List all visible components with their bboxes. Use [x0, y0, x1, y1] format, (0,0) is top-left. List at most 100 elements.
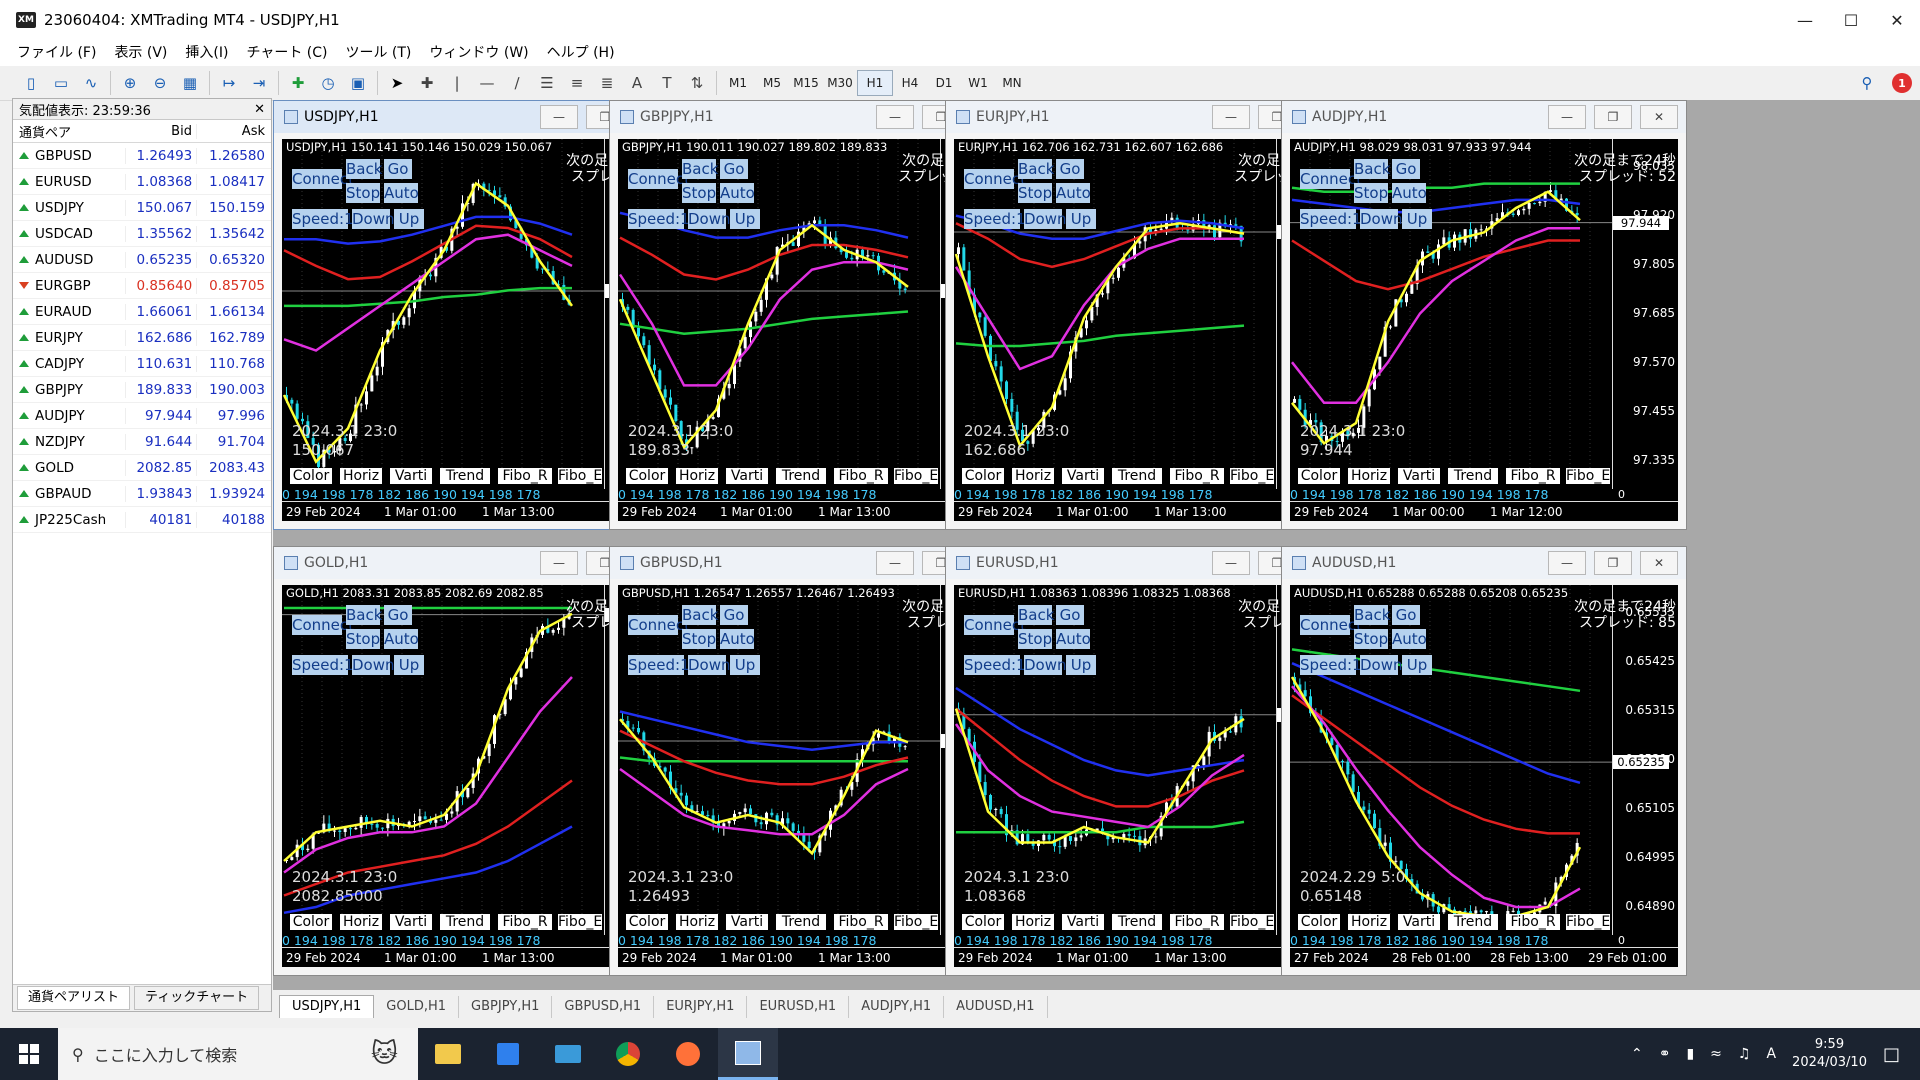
- timeframe-m15[interactable]: M15: [789, 71, 823, 95]
- up-button[interactable]: Up: [394, 209, 424, 229]
- market-watch-row[interactable]: JP225Cash 40181 40188: [13, 507, 271, 533]
- autoscroll-icon[interactable]: ⇥: [244, 70, 274, 96]
- equidistant-channel-icon[interactable]: ☰: [532, 70, 562, 96]
- speed-button[interactable]: Speed:1: [964, 655, 1026, 675]
- speed-button[interactable]: Speed:1: [628, 655, 690, 675]
- fibo-e-button[interactable]: Fibo_E: [558, 914, 602, 930]
- fibo-r-button[interactable]: Fibo_R: [1170, 914, 1224, 930]
- stop-button[interactable]: Stop: [346, 183, 380, 203]
- trend-button[interactable]: Trend: [776, 914, 826, 930]
- stop-button[interactable]: Stop: [1354, 183, 1388, 203]
- varti-button[interactable]: Varti: [1062, 468, 1104, 484]
- notifications-icon[interactable]: □: [1883, 1044, 1900, 1065]
- trend-button[interactable]: Trend: [440, 914, 490, 930]
- minimize-icon[interactable]: —: [876, 105, 914, 129]
- chart-tab[interactable]: AUDUSD,H1: [944, 996, 1048, 1018]
- timeframe-h4[interactable]: H4: [893, 71, 927, 95]
- up-button[interactable]: Up: [1402, 209, 1432, 229]
- notification-badge[interactable]: 1: [1892, 73, 1912, 93]
- file-explorer-icon[interactable]: [418, 1028, 478, 1080]
- firefox-icon[interactable]: [658, 1028, 718, 1080]
- down-button[interactable]: Down: [1024, 209, 1067, 229]
- color-button[interactable]: Color: [962, 914, 1004, 930]
- up-button[interactable]: Up: [1402, 655, 1432, 675]
- color-button[interactable]: Color: [1298, 468, 1340, 484]
- maximize-button[interactable]: ☐: [1828, 0, 1874, 40]
- zoom-out-icon[interactable]: ⊖: [145, 70, 175, 96]
- taskbar-search-box[interactable]: ⚲ ここに入力して検索 🐱: [58, 1028, 418, 1080]
- up-button[interactable]: Up: [394, 655, 424, 675]
- chart-window-titlebar[interactable]: AUDUSD,H1 — ❐ ✕: [1282, 547, 1686, 579]
- varti-button[interactable]: Varti: [726, 914, 768, 930]
- menu-window[interactable]: ウィンドウ (W): [420, 40, 537, 66]
- mt4-taskbar-icon[interactable]: [718, 1028, 778, 1080]
- tile-windows-icon[interactable]: ▦: [175, 70, 205, 96]
- fibo-e-button[interactable]: Fibo_E: [1230, 914, 1274, 930]
- timeframe-m5[interactable]: M5: [755, 71, 789, 95]
- tab-symbols[interactable]: 通貨ペアリスト: [17, 986, 131, 1010]
- market-watch-row[interactable]: CADJPY 110.631 110.768: [13, 351, 271, 377]
- text-icon[interactable]: A: [622, 70, 652, 96]
- horiz-button[interactable]: Horiz: [340, 468, 382, 484]
- auto-button[interactable]: Auto: [720, 629, 755, 649]
- speed-button[interactable]: Speed:1: [1300, 209, 1362, 229]
- down-button[interactable]: Down: [688, 209, 731, 229]
- timeframe-w1[interactable]: W1: [961, 71, 995, 95]
- arrows-icon[interactable]: ⇅: [682, 70, 712, 96]
- chart-tab[interactable]: GOLD,H1: [374, 996, 460, 1018]
- varti-button[interactable]: Varti: [1062, 914, 1104, 930]
- trend-button[interactable]: Trend: [776, 468, 826, 484]
- minimize-icon[interactable]: —: [1212, 551, 1250, 575]
- restore-icon[interactable]: ❐: [1594, 551, 1632, 575]
- go-button[interactable]: Go: [1056, 159, 1084, 179]
- down-button[interactable]: Down: [688, 655, 731, 675]
- market-watch-row[interactable]: AUDUSD 0.65235 0.65320: [13, 247, 271, 273]
- connect-button[interactable]: Connect: [1300, 615, 1362, 635]
- trend-button[interactable]: Trend: [1448, 468, 1498, 484]
- close-icon[interactable]: ✕: [254, 102, 265, 117]
- menu-view[interactable]: 表示 (V): [105, 40, 176, 66]
- color-button[interactable]: Color: [962, 468, 1004, 484]
- chart-canvas[interactable]: 98.03597.92097.80597.68597.57097.45597.3…: [1290, 139, 1678, 521]
- speed-button[interactable]: Speed:1: [292, 209, 354, 229]
- connect-button[interactable]: Connect: [628, 169, 690, 189]
- mail-icon[interactable]: [538, 1028, 598, 1080]
- color-button[interactable]: Color: [290, 468, 332, 484]
- tab-tick-chart[interactable]: ティックチャート: [134, 986, 260, 1010]
- auto-button[interactable]: Auto: [1056, 629, 1091, 649]
- back-button[interactable]: Back: [682, 605, 718, 625]
- back-button[interactable]: Back: [1354, 605, 1390, 625]
- color-button[interactable]: Color: [626, 468, 668, 484]
- search-icon[interactable]: ⚲: [1852, 70, 1882, 96]
- color-button[interactable]: Color: [1298, 914, 1340, 930]
- timeframe-h1[interactable]: H1: [857, 70, 893, 96]
- horiz-button[interactable]: Horiz: [1348, 468, 1390, 484]
- timeframe-mn[interactable]: MN: [995, 71, 1029, 95]
- timeframe-m1[interactable]: M1: [721, 71, 755, 95]
- chevron-up-icon[interactable]: ⌃: [1631, 1046, 1643, 1062]
- minimize-icon[interactable]: —: [1548, 551, 1586, 575]
- timeframe-d1[interactable]: D1: [927, 71, 961, 95]
- up-button[interactable]: Up: [730, 209, 760, 229]
- taskbar-clock[interactable]: 9:59 2024/03/10: [1792, 1036, 1867, 1072]
- color-button[interactable]: Color: [626, 914, 668, 930]
- market-watch-row[interactable]: GBPAUD 1.93843 1.93924: [13, 481, 271, 507]
- auto-button[interactable]: Auto: [1392, 183, 1427, 203]
- back-button[interactable]: Back: [1018, 159, 1054, 179]
- stop-button[interactable]: Stop: [1018, 183, 1052, 203]
- back-button[interactable]: Back: [346, 159, 382, 179]
- horiz-button[interactable]: Horiz: [1348, 914, 1390, 930]
- market-watch-row[interactable]: GBPJPY 189.833 190.003: [13, 377, 271, 403]
- market-watch-row[interactable]: AUDJPY 97.944 97.996: [13, 403, 271, 429]
- chart-window[interactable]: AUDUSD,H1—❐✕0.655350.654250.653150.65210…: [1281, 546, 1687, 976]
- back-button[interactable]: Back: [1018, 605, 1054, 625]
- speed-button[interactable]: Speed:1: [628, 209, 690, 229]
- auto-button[interactable]: Auto: [1392, 629, 1427, 649]
- horiz-button[interactable]: Horiz: [676, 914, 718, 930]
- speed-button[interactable]: Speed:1: [292, 655, 354, 675]
- market-watch-row[interactable]: EURAUD 1.66061 1.66134: [13, 299, 271, 325]
- periods-clock-icon[interactable]: ◷: [313, 70, 343, 96]
- wifi-icon[interactable]: ≈: [1710, 1046, 1722, 1062]
- chart-tab[interactable]: EURJPY,H1: [654, 996, 748, 1018]
- up-button[interactable]: Up: [1066, 209, 1096, 229]
